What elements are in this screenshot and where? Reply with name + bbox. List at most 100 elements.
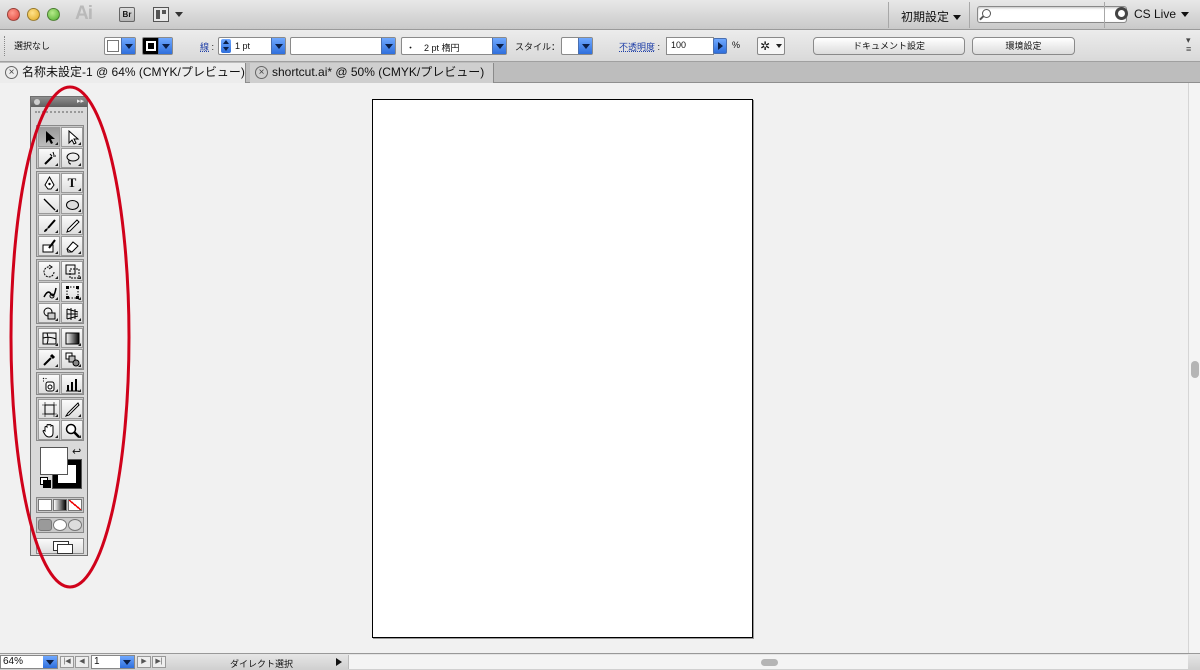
preferences-button[interactable]: 環境設定 xyxy=(972,37,1075,55)
illustrator-window: Ai Br 初期設定 CS Live 選択なし 線 : 1 pt ・ 2 pt … xyxy=(0,0,1200,670)
paintbrush-tool[interactable] xyxy=(38,215,60,235)
vertical-scroll-thumb[interactable] xyxy=(1191,361,1199,378)
bridge-button[interactable]: Br xyxy=(119,7,135,22)
pencil-tool[interactable] xyxy=(61,215,83,235)
document-tab-shortcut[interactable]: × shortcut.ai* @ 50% (CMYK/プレビュー) xyxy=(250,63,494,83)
line-segment-tool[interactable] xyxy=(38,194,60,214)
lasso-tool[interactable] xyxy=(61,148,83,168)
panel-grip[interactable] xyxy=(4,36,6,56)
current-tool-status[interactable]: ダイレクト選択 xyxy=(230,657,293,670)
eraser-icon xyxy=(66,241,79,253)
opacity-slider-button[interactable] xyxy=(713,38,727,54)
selection-status: 選択なし xyxy=(14,41,51,51)
draw-normal-button[interactable] xyxy=(38,519,52,531)
tab-label: 名称未設定-1 @ 64% (CMYK/プレビュー) xyxy=(22,65,245,79)
vertical-scrollbar[interactable] xyxy=(1188,83,1200,653)
eraser-tool[interactable] xyxy=(61,236,83,256)
ellipse-tool[interactable] xyxy=(61,194,83,214)
brush-definition-dropdown[interactable]: ・ 2 pt 楕円 xyxy=(401,37,507,55)
document-tab-bar: × 名称未設定-1 @ 64% (CMYK/プレビュー) × shortcut.… xyxy=(0,62,1200,83)
horizontal-scroll-thumb[interactable] xyxy=(761,659,778,666)
zoom-tool[interactable] xyxy=(61,420,83,440)
mesh-tool[interactable] xyxy=(38,328,60,348)
paintbrush-icon xyxy=(44,219,56,232)
zoom-icon xyxy=(65,423,80,438)
status-menu-arrow-icon[interactable] xyxy=(336,658,342,666)
draw-inside-button[interactable] xyxy=(68,519,82,531)
color-mode-buttons xyxy=(36,497,84,513)
stepper-icon[interactable] xyxy=(221,39,231,53)
draw-behind-button[interactable] xyxy=(53,519,67,531)
artboard-icon xyxy=(42,402,57,417)
artboard-number-field[interactable]: 1 xyxy=(91,655,135,669)
panel-menu-icon[interactable]: ▾ ≡ xyxy=(1186,36,1191,54)
opacity-input[interactable]: 100 xyxy=(666,37,714,55)
stroke-weight-field[interactable]: 1 pt xyxy=(218,37,286,55)
last-artboard-button[interactable]: ▶| xyxy=(152,656,166,668)
arrange-documents-button[interactable] xyxy=(153,7,187,23)
chevron-down-icon[interactable] xyxy=(120,656,134,668)
symbol-sprayer-tool[interactable] xyxy=(38,374,60,394)
scale-tool[interactable] xyxy=(61,261,83,281)
blend-tool[interactable] xyxy=(61,349,83,369)
color-mode-button[interactable] xyxy=(38,499,52,511)
document-tab-untitled[interactable]: × 名称未設定-1 @ 64% (CMYK/プレビュー) xyxy=(0,63,246,83)
column-graph-tool[interactable] xyxy=(61,374,83,394)
fill-color-dropdown[interactable] xyxy=(104,37,136,55)
free-transform-tool[interactable] xyxy=(61,282,83,302)
chevron-down-icon[interactable] xyxy=(43,656,57,668)
warp-icon xyxy=(43,287,57,299)
blob-brush-tool[interactable] xyxy=(38,236,60,256)
shape-builder-tool[interactable] xyxy=(38,303,60,323)
artboard[interactable] xyxy=(372,99,753,638)
zoom-window-button[interactable] xyxy=(47,8,60,21)
artboard-tool[interactable] xyxy=(38,399,60,419)
next-artboard-button[interactable]: ▶ xyxy=(137,656,151,668)
horizontal-scrollbar[interactable] xyxy=(348,655,1188,669)
fill-color-box[interactable] xyxy=(40,447,68,475)
pen-tool[interactable] xyxy=(38,173,60,193)
stroke-swatch xyxy=(145,40,157,52)
selection-tool[interactable] xyxy=(38,127,60,147)
gradient-tool[interactable] xyxy=(61,328,83,348)
default-fill-stroke-icon[interactable] xyxy=(40,477,51,488)
chevron-down-icon xyxy=(953,15,962,21)
change-screen-mode-button[interactable] xyxy=(36,538,84,554)
perspective-grid-tool[interactable] xyxy=(61,303,83,323)
cs-live-menu[interactable]: CS Live xyxy=(1115,7,1190,21)
panel-grip[interactable] xyxy=(35,111,83,115)
close-window-button[interactable] xyxy=(7,8,20,21)
cs-live-label: CS Live xyxy=(1134,7,1177,21)
swap-fill-stroke-icon[interactable]: ↩ xyxy=(72,445,81,458)
eyedropper-tool[interactable] xyxy=(38,349,60,369)
stroke-color-dropdown[interactable] xyxy=(142,37,173,55)
close-tab-icon[interactable]: × xyxy=(255,66,268,79)
gradient-mode-button[interactable] xyxy=(53,499,67,511)
warp-tool[interactable] xyxy=(38,282,60,302)
rotate-tool[interactable] xyxy=(38,261,60,281)
workspace-switcher[interactable]: 初期設定 xyxy=(901,8,962,25)
close-tab-icon[interactable]: × xyxy=(5,66,18,79)
opacity-label[interactable]: 不透明度 : xyxy=(619,40,660,53)
zoom-level-field[interactable]: 64% xyxy=(0,655,58,669)
hand-tool[interactable] xyxy=(38,420,60,440)
document-canvas[interactable] xyxy=(0,83,1188,653)
type-tool[interactable]: T xyxy=(61,173,83,193)
stroke-label[interactable]: 線 : xyxy=(200,40,214,53)
tools-panel-header[interactable]: ▸▸ xyxy=(31,97,87,107)
slice-tool[interactable] xyxy=(61,399,83,419)
minimize-window-button[interactable] xyxy=(27,8,40,21)
none-mode-button[interactable] xyxy=(68,499,82,511)
direct-selection-tool[interactable] xyxy=(61,127,83,147)
magic-wand-tool[interactable] xyxy=(38,148,60,168)
document-setup-button[interactable]: ドキュメント設定 xyxy=(813,37,965,55)
graphic-style-dropdown[interactable] xyxy=(561,37,593,55)
previous-artboard-button[interactable]: ◀ xyxy=(75,656,89,668)
collapse-panel-icon[interactable]: ▸▸ xyxy=(77,97,84,107)
line-segment-icon xyxy=(43,198,56,211)
recolor-artwork-button[interactable]: ✲ xyxy=(757,37,785,55)
rotate-icon xyxy=(43,264,55,278)
close-panel-icon[interactable] xyxy=(34,99,40,105)
variable-width-profile-dropdown[interactable] xyxy=(290,37,396,55)
first-artboard-button[interactable]: |◀ xyxy=(60,656,74,668)
